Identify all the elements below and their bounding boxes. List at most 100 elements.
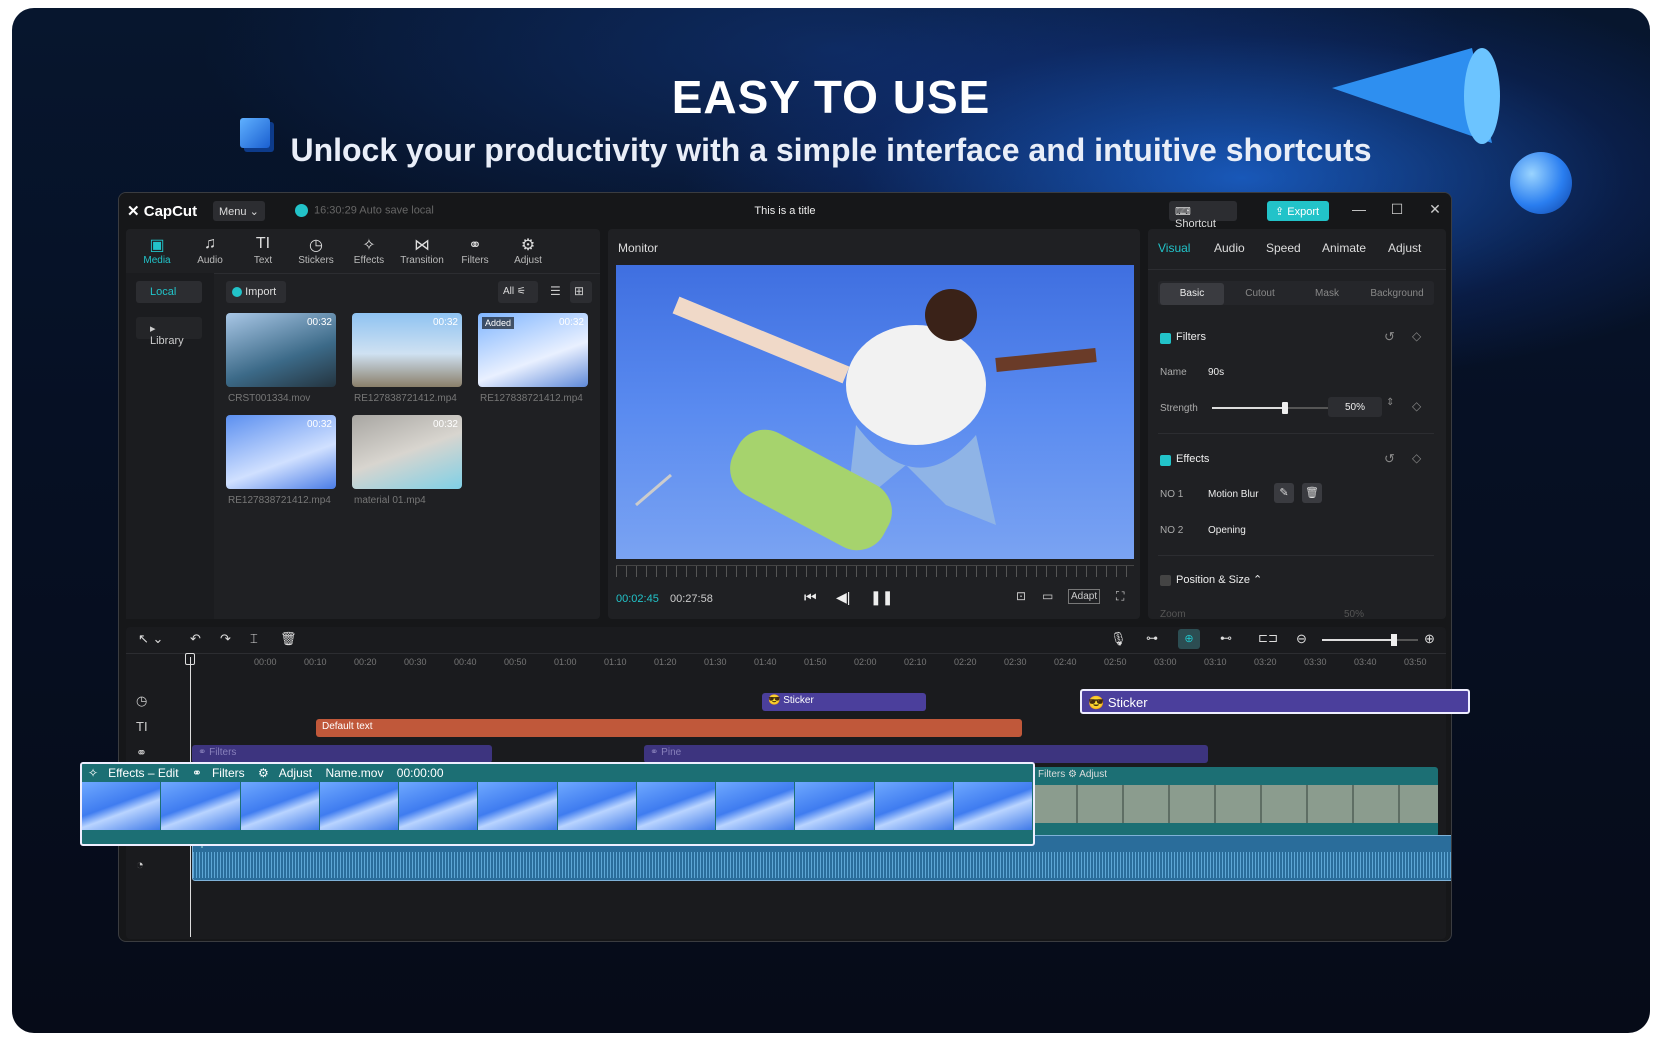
waveform-icon[interactable]: ▭ [1042,589,1053,603]
subtab-cutout[interactable]: Cutout [1228,283,1292,305]
grid-view-icon[interactable]: ⊞ [570,281,592,303]
second-video-clip[interactable]: Filters ⚙ Adjust [1032,767,1438,837]
media-thumbnail[interactable]: 00:32 [226,313,336,387]
preview-video[interactable] [616,265,1134,559]
total-time: 00:27:58 [670,593,713,605]
tool-adjust[interactable]: ⚙ Adjust [503,235,553,266]
tab-visual[interactable]: Visual [1158,241,1190,255]
keyframe-icon[interactable]: ◇ [1412,329,1421,343]
maximize-icon[interactable]: ☐ [1387,201,1407,218]
local-tab[interactable]: Local [136,281,202,303]
library-tab[interactable]: ▸ Library [136,317,202,347]
filter-name-label: Name [1160,367,1187,378]
menu-button[interactable]: Menu ⌄ [213,201,265,221]
effects-title: Effects [1176,453,1210,465]
shortcut-button[interactable]: ⌨ Shortcut [1169,201,1237,230]
filters-checkbox[interactable] [1160,333,1171,344]
fullscreen-icon[interactable]: ⛶ [1116,589,1124,604]
duration-badge: 00:32 [432,419,458,430]
transition-icon: ⋈ [414,237,430,254]
strength-input[interactable]: 50% [1328,397,1382,417]
emoji-icon: 😎 [1088,695,1108,710]
text-clip[interactable]: Default text [316,719,1022,737]
media-thumbnail[interactable]: 00:32 [352,415,462,489]
zoom-out-icon[interactable]: ⊖ [1296,631,1307,647]
tool-audio[interactable]: ♫ Audio [185,235,235,266]
link-icon[interactable]: ⊶ [1146,631,1158,645]
subtab-mask[interactable]: Mask [1296,283,1358,305]
subtab-background[interactable]: Background [1360,283,1434,305]
strength-handle[interactable] [1282,402,1288,414]
zoom-in-icon[interactable]: ⊕ [1424,631,1435,647]
media-thumbnail[interactable]: 00:32 [226,415,336,489]
skip-back-icon[interactable]: ⏮ [804,589,817,606]
filter-icon: ⚭ [191,766,202,780]
effect-no1-value: Motion Blur [1208,489,1259,500]
tab-adjust[interactable]: Adjust [1388,241,1421,255]
position-title: Position & Size ⌃ [1176,574,1263,586]
pause-icon[interactable]: ❚❚ [870,589,893,606]
delete-icon[interactable]: 🗑 [280,631,297,647]
step-back-icon[interactable]: ◀| [836,589,850,606]
tab-audio[interactable]: Audio [1214,241,1245,255]
tool-effects[interactable]: ✧ Effects [344,235,394,266]
tool-text[interactable]: TI Text [238,235,288,266]
list-view-icon[interactable]: ☰ [546,281,568,303]
text-icon: TI [255,235,271,252]
tab-animate[interactable]: Animate [1322,241,1366,255]
sticker-track-icon: ◷ [136,693,148,708]
undo-icon[interactable]: ↶ [190,631,201,647]
main-video-clip[interactable]: ✧ Effects – Edit ⚭ Filters ⚙ Adjust Name.mo… [80,762,1035,846]
tool-stickers[interactable]: ◷ Stickers [291,235,341,266]
filter-dropdown[interactable]: All ⚟ [498,281,538,303]
inspector-panel: Visual Audio Speed Animate Adjust Basic Cutou… [1148,229,1446,619]
emoji-icon: 😎 [768,695,784,706]
zoom-fit-icon[interactable]: ⊡ [1016,589,1026,603]
adapt-button[interactable]: Adapt [1068,589,1101,604]
sticker-clip-selected[interactable]: 😎 Sticker [1080,689,1470,714]
keyframe-icon[interactable]: ◇ [1412,451,1421,465]
keyframe-icon[interactable]: ◇ [1412,399,1421,413]
tool-media[interactable]: ▣ Media [132,235,182,266]
minimize-icon[interactable]: — [1349,201,1369,217]
main-clip-frames [82,782,1033,830]
export-button[interactable]: ⇪ Export [1267,201,1329,221]
tab-speed[interactable]: Speed [1266,241,1301,255]
scrub-ruler[interactable] [616,565,1134,577]
media-thumbnail[interactable]: 00:32 [352,313,462,387]
second-clip-frames [1032,785,1438,823]
reset-icon[interactable]: ↺ [1384,451,1395,467]
ruler-tick-label: 02:10 [904,657,927,667]
subtab-basic[interactable]: Basic [1160,283,1224,305]
pine-clip[interactable]: ⚭ Pine [644,745,1208,763]
zoom-value: 50% [1344,609,1365,619]
redo-icon[interactable]: ↷ [220,631,231,647]
tool-transition[interactable]: ⋈ Transition [397,235,447,266]
snap-icon[interactable]: ⊷ [1220,631,1232,645]
trash-icon[interactable]: 🗑 [1302,483,1322,503]
magnet-icon[interactable]: ⊕ [1178,629,1200,649]
select-tool-icon[interactable]: ↖ ⌄ [138,631,163,647]
close-icon[interactable]: ✕ [1425,201,1445,218]
edit-icon[interactable]: ✎ [1274,483,1294,503]
preview-axis-icon[interactable]: ⊏⊐ [1258,631,1278,645]
sticker-clip[interactable]: 😎 Sticker [762,693,926,711]
timeline-zoom-slider[interactable] [1322,634,1418,646]
microphone-icon[interactable]: 🎙 [1110,631,1127,647]
timeline-zoom-handle[interactable] [1391,634,1397,646]
stepper-icon[interactable]: ⇕ [1386,397,1394,408]
position-checkbox[interactable] [1160,575,1171,586]
tool-filters[interactable]: ⚭ Filters [450,235,500,266]
duration-badge: 00:32 [432,317,458,328]
reset-icon[interactable]: ↺ [1384,329,1395,345]
playhead-handle[interactable] [185,653,195,665]
media-thumbnail[interactable]: 00:32 Added [478,313,588,387]
ruler-tick-label: 03:00 [1154,657,1177,667]
filter-icon: ⚭ [198,747,210,758]
filter-name-value: 90s [1208,367,1225,378]
import-button[interactable]: Import [226,281,286,303]
text-track-icon: TI [136,719,148,734]
split-icon[interactable]: ⌶ [250,631,258,647]
filters-clip[interactable]: ⚭ Filters [192,745,492,763]
effects-checkbox[interactable] [1160,455,1171,466]
